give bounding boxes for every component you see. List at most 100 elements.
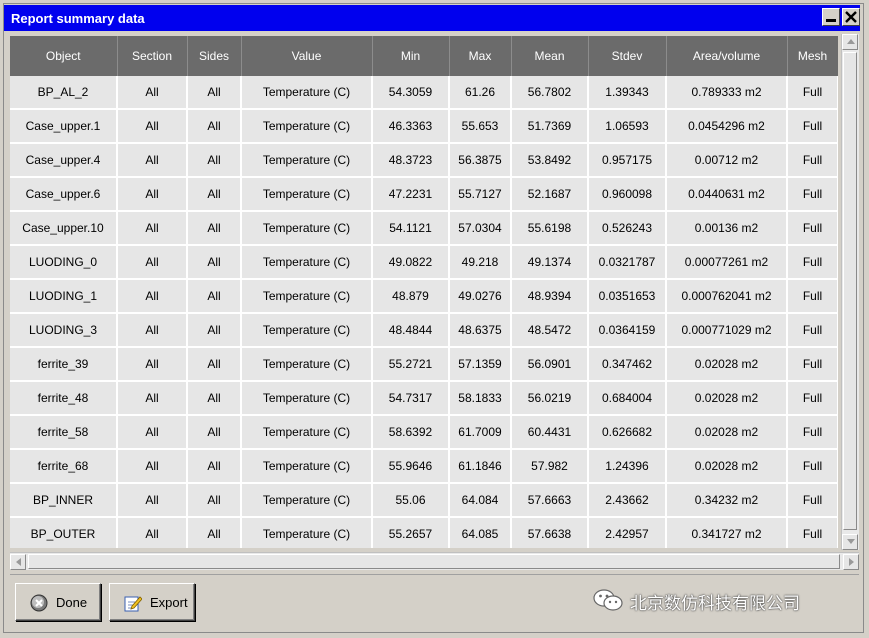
column-header[interactable]: Area/volume — [666, 36, 788, 76]
column-header[interactable]: Stdev — [588, 36, 667, 76]
column-header[interactable]: Min — [372, 36, 450, 76]
minimize-button[interactable] — [822, 8, 840, 26]
table-row[interactable]: ferrite_48 All All Temperature (C) 54.7317 58… — [10, 381, 838, 416]
export-button[interactable]: Export — [109, 583, 195, 621]
table-cell: Temperature (C) — [241, 279, 373, 314]
table-cell: 0.02028 m2 — [666, 449, 788, 484]
table-cell: All — [187, 143, 242, 178]
table-cell: All — [117, 483, 188, 518]
table-cell: 52.1687 — [511, 177, 589, 212]
table-cell: 56.0219 — [511, 381, 589, 416]
table-cell: All — [187, 313, 242, 348]
table-cell: All — [117, 245, 188, 280]
table-cell: Full — [787, 381, 838, 416]
scroll-right-button[interactable] — [843, 554, 859, 570]
footer-divider — [10, 574, 859, 575]
table-cell: 0.0440631 m2 — [666, 177, 788, 212]
table-cell: 48.9394 — [511, 279, 589, 314]
table-cell: Temperature (C) — [241, 143, 373, 178]
table-row[interactable]: Case_upper.10 All All Temperature (C) 54.112… — [10, 211, 838, 246]
table-cell: 49.0822 — [372, 245, 450, 280]
table-cell: 61.26 — [449, 76, 512, 110]
table-cell: BP_INNER — [10, 483, 118, 518]
table-cell: 48.5472 — [511, 313, 589, 348]
arrow-up-icon — [847, 39, 855, 44]
table-cell: 0.000762041 m2 — [666, 279, 788, 314]
table-cell: 0.684004 — [588, 381, 667, 416]
table-cell: All — [117, 143, 188, 178]
table-row[interactable]: ferrite_58 All All Temperature (C) 58.6392 61… — [10, 415, 838, 450]
table-cell: All — [117, 313, 188, 348]
table-header-row: Object Section Sides Value Min Max Mean Stdev Ar… — [10, 36, 838, 76]
horizontal-scroll-thumb[interactable] — [28, 554, 840, 569]
table-cell: Case_upper.1 — [10, 109, 118, 144]
table-cell: All — [117, 211, 188, 246]
table-row[interactable]: ferrite_39 All All Temperature (C) 55.2721 57… — [10, 347, 838, 382]
table-cell: All — [187, 109, 242, 144]
table-cell: 57.6638 — [511, 517, 589, 548]
table-cell: All — [117, 415, 188, 450]
table-cell: Full — [787, 517, 838, 548]
table-cell: All — [187, 211, 242, 246]
table-row[interactable]: LUODING_0 All All Temperature (C) 49.0822 49.… — [10, 245, 838, 280]
table-cell: 49.218 — [449, 245, 512, 280]
table-cell: All — [187, 245, 242, 280]
table-cell: 48.879 — [372, 279, 450, 314]
table-cell: 0.626682 — [588, 415, 667, 450]
table-row[interactable]: ferrite_68 All All Temperature (C) 55.9646 61… — [10, 449, 838, 484]
table-cell: All — [187, 381, 242, 416]
vertical-scrollbar[interactable] — [841, 34, 859, 550]
close-button[interactable] — [842, 8, 860, 26]
column-header[interactable]: Max — [449, 36, 512, 76]
table-cell: 58.1833 — [449, 381, 512, 416]
done-button[interactable]: Done — [15, 583, 101, 621]
table-row[interactable]: BP_OUTER All All Temperature (C) 55.2657 64.0… — [10, 517, 838, 548]
scroll-down-button[interactable] — [842, 534, 858, 550]
table-cell: 48.4844 — [372, 313, 450, 348]
table-cell: Full — [787, 76, 838, 110]
column-header[interactable]: Mesh — [787, 36, 838, 76]
table-cell: 54.3059 — [372, 76, 450, 110]
table-row[interactable]: LUODING_3 All All Temperature (C) 48.4844 48.… — [10, 313, 838, 348]
table-cell: 51.7369 — [511, 109, 589, 144]
column-header[interactable]: Mean — [511, 36, 589, 76]
table-cell: 57.6663 — [511, 483, 589, 518]
table-cell: 2.43662 — [588, 483, 667, 518]
table-cell: 1.06593 — [588, 109, 667, 144]
table-cell: All — [187, 76, 242, 110]
column-header[interactable]: Sides — [187, 36, 242, 76]
table-cell: All — [117, 109, 188, 144]
table-cell: BP_AL_2 — [10, 76, 118, 110]
arrow-left-icon — [16, 558, 21, 566]
table-cell: 64.084 — [449, 483, 512, 518]
table-cell: 47.2231 — [372, 177, 450, 212]
vertical-scroll-thumb[interactable] — [843, 52, 857, 530]
column-header[interactable]: Value — [241, 36, 373, 76]
table-cell: 55.2657 — [372, 517, 450, 548]
table-cell: 0.34232 m2 — [666, 483, 788, 518]
table-row[interactable]: BP_AL_2 All All Temperature (C) 54.3059 61.26… — [10, 76, 838, 110]
column-header[interactable]: Section — [117, 36, 188, 76]
table-cell: All — [187, 415, 242, 450]
table-cell: Temperature (C) — [241, 313, 373, 348]
scroll-left-button[interactable] — [10, 554, 26, 570]
table-row[interactable]: Case_upper.1 All All Temperature (C) 46.3363… — [10, 109, 838, 144]
arrow-right-icon — [849, 558, 854, 566]
table-row[interactable]: Case_upper.6 All All Temperature (C) 47.2231… — [10, 177, 838, 212]
table-cell: 54.1121 — [372, 211, 450, 246]
table-cell: Full — [787, 279, 838, 314]
table-row[interactable]: LUODING_1 All All Temperature (C) 48.879 49.0… — [10, 279, 838, 314]
table-cell: Case_upper.4 — [10, 143, 118, 178]
table-cell: 61.1846 — [449, 449, 512, 484]
table-cell: Temperature (C) — [241, 347, 373, 382]
title-bar[interactable]: Report summary data — [4, 5, 860, 31]
table-cell: Full — [787, 347, 838, 382]
report-table: Object Section Sides Value Min Max Mean Stdev Ar… — [10, 36, 838, 548]
horizontal-scrollbar[interactable] — [10, 552, 859, 570]
table-row[interactable]: BP_INNER All All Temperature (C) 55.06 64.084… — [10, 483, 838, 518]
close-icon — [845, 11, 857, 23]
scroll-up-button[interactable] — [842, 34, 858, 50]
column-header[interactable]: Object — [10, 36, 118, 76]
table-cell: 1.24396 — [588, 449, 667, 484]
table-row[interactable]: Case_upper.4 All All Temperature (C) 48.3723… — [10, 143, 838, 178]
